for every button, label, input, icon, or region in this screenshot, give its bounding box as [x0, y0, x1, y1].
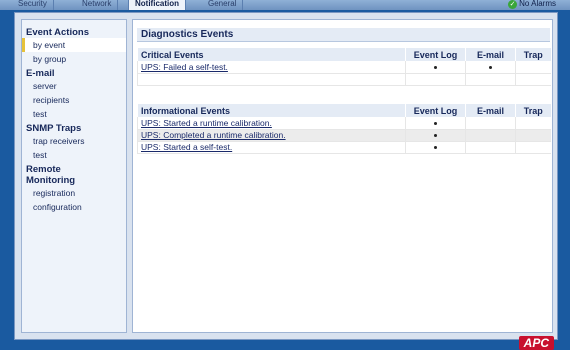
- enabled-dot-icon: [434, 66, 437, 69]
- event-link-failed-self-test[interactable]: UPS: Failed a self-test.: [141, 62, 228, 72]
- sidebar-heading-event-actions: Event Actions: [26, 27, 89, 38]
- trap-cell: [515, 129, 551, 142]
- table-row: UPS: Failed a self-test.: [137, 61, 551, 74]
- table-row: UPS: Started a self-test.: [137, 141, 551, 154]
- sidebar-item-by-event[interactable]: by event: [22, 38, 126, 52]
- informational-events-header: Informational Events: [137, 104, 406, 117]
- tab-network[interactable]: Network: [76, 0, 119, 10]
- top-tab-bar: Security Network Notification General ✓ N…: [0, 0, 570, 10]
- spacer-cell: [515, 73, 551, 86]
- trap-cell: [515, 61, 551, 74]
- sidebar-item-configuration[interactable]: configuration: [22, 200, 126, 214]
- spacer-cell: [465, 73, 516, 86]
- critical-events-table: Critical Events Event Log E-mail Trap UP…: [137, 48, 551, 86]
- event-cell: UPS: Started a self-test.: [137, 141, 406, 154]
- column-event-log: Event Log: [405, 48, 466, 61]
- event-cell: UPS: Failed a self-test.: [137, 61, 406, 74]
- alarm-status-label: No Alarms: [519, 0, 556, 8]
- email-cell: [465, 117, 516, 130]
- sidebar-item-recipients[interactable]: recipients: [22, 93, 126, 107]
- column-email: E-mail: [465, 48, 516, 61]
- tab-security[interactable]: Security: [12, 0, 54, 10]
- column-trap: Trap: [515, 48, 551, 61]
- tab-general[interactable]: General: [202, 0, 244, 10]
- event-log-cell: [405, 129, 466, 142]
- sidebar-item-email-test[interactable]: test: [22, 107, 126, 121]
- enabled-dot-icon: [434, 134, 437, 138]
- spacer-cell: [405, 73, 466, 86]
- spacer-cell: [137, 73, 406, 86]
- sidebar-item-trap-receivers[interactable]: trap receivers: [22, 134, 126, 148]
- page-title: Diagnostics Events: [137, 28, 550, 42]
- content-panel: Diagnostics Events Critical Events Event…: [132, 19, 553, 333]
- column-trap: Trap: [515, 104, 551, 117]
- table-header-row: Informational Events Event Log E-mail Tr…: [137, 104, 551, 117]
- critical-events-header: Critical Events: [137, 48, 406, 61]
- trap-cell: [515, 117, 551, 130]
- sidebar-heading-remote-line1: Remote: [26, 164, 61, 175]
- informational-events-table: Informational Events Event Log E-mail Tr…: [137, 104, 551, 154]
- table-row: UPS: Completed a runtime calibration.: [137, 129, 551, 142]
- email-cell: [465, 129, 516, 142]
- check-icon: ✓: [508, 0, 518, 9]
- event-link-completed-runtime-calibration[interactable]: UPS: Completed a runtime calibration.: [141, 130, 286, 140]
- bottom-bar: [0, 340, 570, 350]
- trap-cell: [515, 141, 551, 154]
- event-log-cell: [405, 117, 466, 130]
- event-link-started-self-test[interactable]: UPS: Started a self-test.: [141, 142, 232, 152]
- enabled-dot-icon: [434, 122, 437, 125]
- enabled-dot-icon: [489, 66, 492, 69]
- column-event-log: Event Log: [405, 104, 466, 117]
- spacer-row: [137, 73, 551, 86]
- enabled-dot-icon: [434, 146, 437, 150]
- event-log-cell: [405, 61, 466, 74]
- sidebar-heading-email: E-mail: [26, 68, 55, 79]
- apc-logo: APC: [518, 336, 554, 350]
- sidebar-item-snmp-test[interactable]: test: [22, 148, 126, 162]
- email-cell: [465, 141, 516, 154]
- event-link-started-runtime-calibration[interactable]: UPS: Started a runtime calibration.: [141, 118, 272, 128]
- sidebar-heading-remote-monitoring: Remote Monitoring: [22, 164, 126, 186]
- sidebar-heading-remote-line2: Monitoring: [26, 175, 76, 186]
- sidebar-heading-snmp-traps: SNMP Traps: [26, 123, 82, 134]
- event-log-cell: [405, 141, 466, 154]
- sidebar-item-registration[interactable]: registration: [22, 186, 126, 200]
- sidebar-item-by-group[interactable]: by group: [22, 52, 126, 66]
- email-cell: [465, 61, 516, 74]
- column-email: E-mail: [465, 104, 516, 117]
- sidebar: Event Actions by event by group E-mail s…: [21, 19, 127, 333]
- alarm-status[interactable]: ✓ No Alarms: [508, 0, 556, 10]
- event-cell: UPS: Started a runtime calibration.: [137, 117, 406, 130]
- main-frame: Event Actions by event by group E-mail s…: [14, 12, 558, 340]
- tab-notification[interactable]: Notification: [128, 0, 186, 10]
- table-header-row: Critical Events Event Log E-mail Trap: [137, 48, 551, 61]
- table-row: UPS: Started a runtime calibration.: [137, 117, 551, 130]
- sidebar-item-server[interactable]: server: [22, 79, 126, 93]
- event-cell: UPS: Completed a runtime calibration.: [137, 129, 406, 142]
